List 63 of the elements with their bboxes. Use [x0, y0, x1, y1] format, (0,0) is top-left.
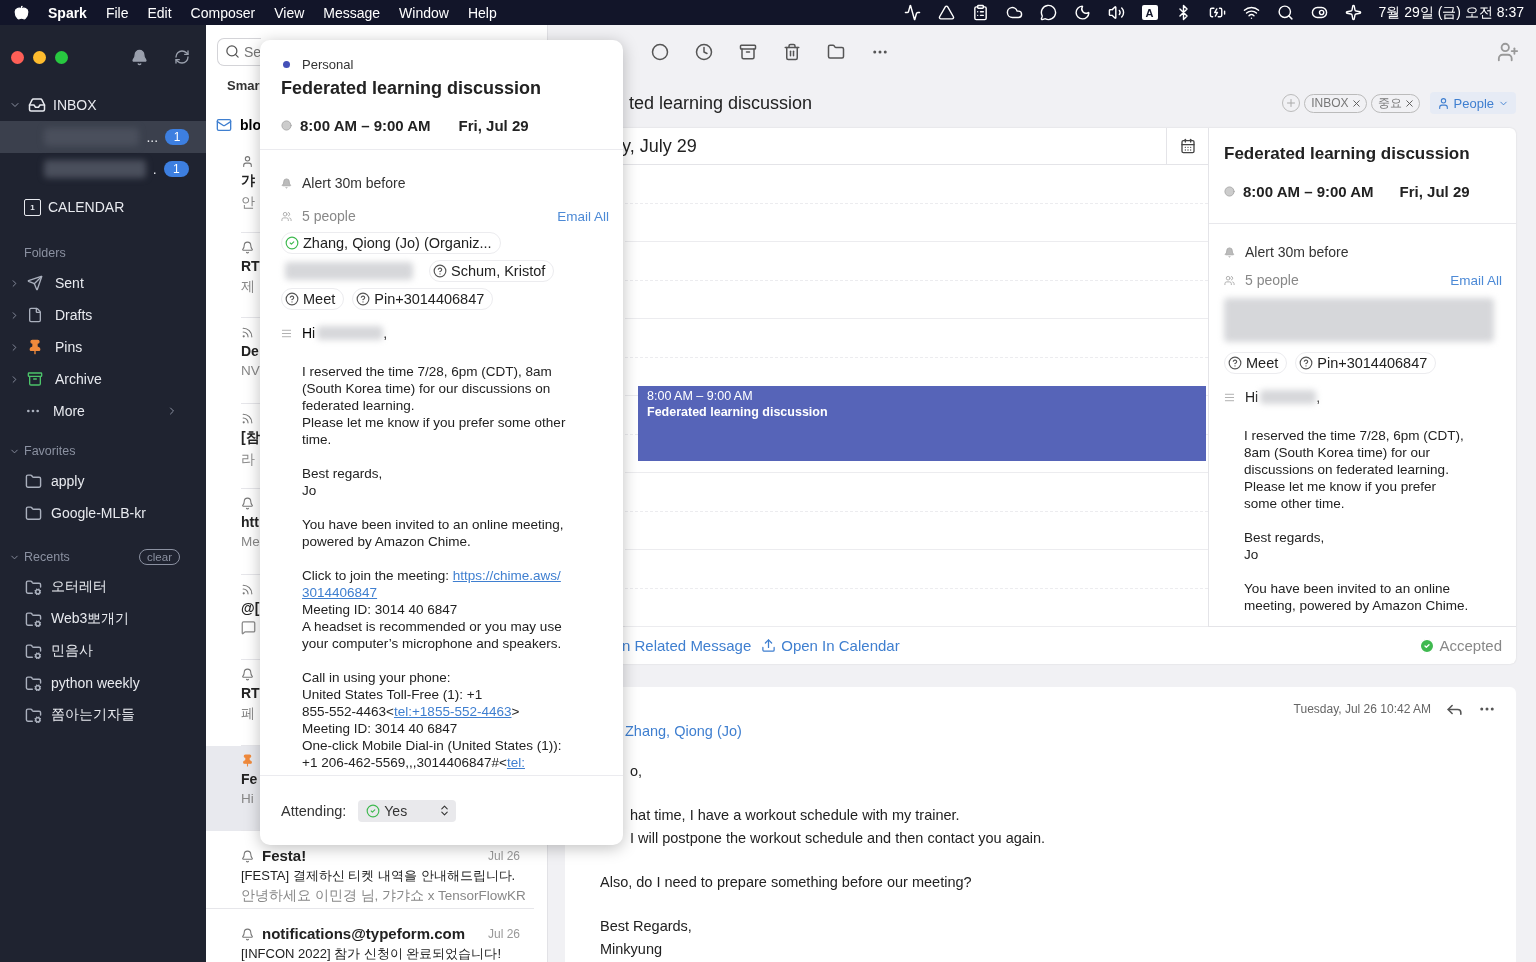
message-sender: blo: [240, 117, 261, 133]
body-text: I reserved the time 7/28, 6pm (CDT), 8am (South Korea time) for our discussions on federated learning. Please let me know if you prefer some other time.: [302, 363, 567, 448]
people-count: 5 people: [302, 208, 356, 224]
event-time: 8:00 AM – 9:00 AM: [1243, 183, 1374, 200]
greeting-text: Hi: [302, 325, 316, 341]
event-time: 8:00 AM – 9:00 AM: [647, 389, 753, 403]
message-sender: [참: [241, 428, 260, 447]
body-text: Click to join the meeting: https://chime.aws/ 3014406847 Meeting ID: 3014 40 6847 A headset is recommended or you may use your computer’s microphone and speakers.: [302, 567, 563, 652]
status-text: Accepted: [1439, 637, 1502, 654]
alert-text: Alert 30m before: [302, 175, 406, 191]
message-subject: [FESTA] 결제하신 티켓 내역을 안내해드립니다.: [241, 868, 516, 884]
calendar-icon: 1: [24, 198, 41, 216]
name-ellipsis: .: [152, 161, 157, 177]
message-sender: Fe: [241, 770, 258, 787]
message-preview: Me: [241, 534, 260, 549]
attending-label: Attending:: [281, 802, 347, 819]
name-ellipsis: ...: [146, 129, 159, 145]
body-text: You have been invited to an online meeting, powered by Amazon Chime.: [302, 516, 565, 550]
message-sender: RT: [241, 257, 260, 274]
message-preview: 안녕하세요 이민경 님, 갸갸쇼 x TensorFlowKR: [241, 887, 526, 905]
unread-count: 1: [163, 161, 189, 177]
section-title: Folders: [23, 245, 67, 262]
unread-count: 1: [165, 129, 189, 145]
event-title: Federated learning discussion: [1224, 144, 1471, 164]
body-text: Best regards, Jo: [1244, 529, 1326, 563]
body-text: You have been invited to an online meeting, powered by Amazon Chime.: [1244, 580, 1470, 614]
greeting-comma: ,: [383, 325, 388, 341]
message-sender: htt: [241, 514, 259, 530]
body-text: hat time, I have a workout schedule with my trainer. I will postpone the workout schedule and then contact you again.: [630, 806, 1046, 848]
message-date: Tuesday, Jul 26 10:42 AM: [1293, 702, 1431, 716]
event-date: Fri, Jul 29: [1399, 183, 1470, 200]
people-count: 5 people: [1245, 272, 1299, 288]
message-sender: Festa!: [262, 847, 307, 865]
body-text: Best Regards, Minkyung: [600, 917, 692, 959]
message-preview: 라: [241, 450, 255, 469]
calendar-name: Personal: [302, 57, 354, 72]
message-sender: RT: [241, 685, 260, 701]
message-subject: [INFCON 2022] 참가 신청이 완료되었습니다!: [241, 946, 502, 962]
greeting-comma: ,: [1316, 389, 1321, 405]
body-text: Call in using your phone: United States Toll-Free (1): +1 855-552-4463<tel:+1855-552-4463> Meeting ID: 3014 40 6847 One-click Mobile Dial-in (United States (1)): +1 206-462-5569,,,3014406847#<tel:: [302, 669, 563, 771]
message-preview: Hi: [241, 790, 254, 806]
message-preview: 페: [241, 705, 255, 723]
message-sender: notifications@typeform.com: [262, 925, 465, 943]
event-date: Fri, Jul 29: [458, 117, 529, 134]
message-date: Jul 26: [487, 849, 520, 863]
message-preview: NV: [241, 363, 260, 378]
event-title: Federated learning discussion: [647, 405, 828, 419]
body-text: I reserved the time 7/28, 6pm (CDT), 8am (South Korea time) for our discussions on federated learning. Please let me know if you prefer some other time.: [1244, 427, 1465, 512]
greeting-text: Hi: [1245, 389, 1259, 405]
event-title: Federated learning discussion: [281, 78, 543, 99]
message-date: Jul 26: [487, 927, 520, 941]
event-time: 8:00 AM – 9:00 AM: [300, 117, 431, 134]
day-title: y, July 29: [622, 135, 697, 157]
body-text: Also, do I need to prepare something before our meeting?: [600, 873, 972, 892]
body-text: o,: [630, 762, 643, 781]
body-text: Best regards, Jo: [302, 465, 384, 499]
message-sender: 갸: [241, 172, 255, 190]
message-preview: 안: [241, 194, 255, 212]
alert-text: Alert 30m before: [1245, 244, 1349, 260]
message-sender: @[: [241, 599, 260, 616]
message-preview: 제: [241, 277, 255, 296]
message-sender: De: [241, 343, 259, 359]
thread-subject: ted learning discussion: [629, 92, 813, 114]
